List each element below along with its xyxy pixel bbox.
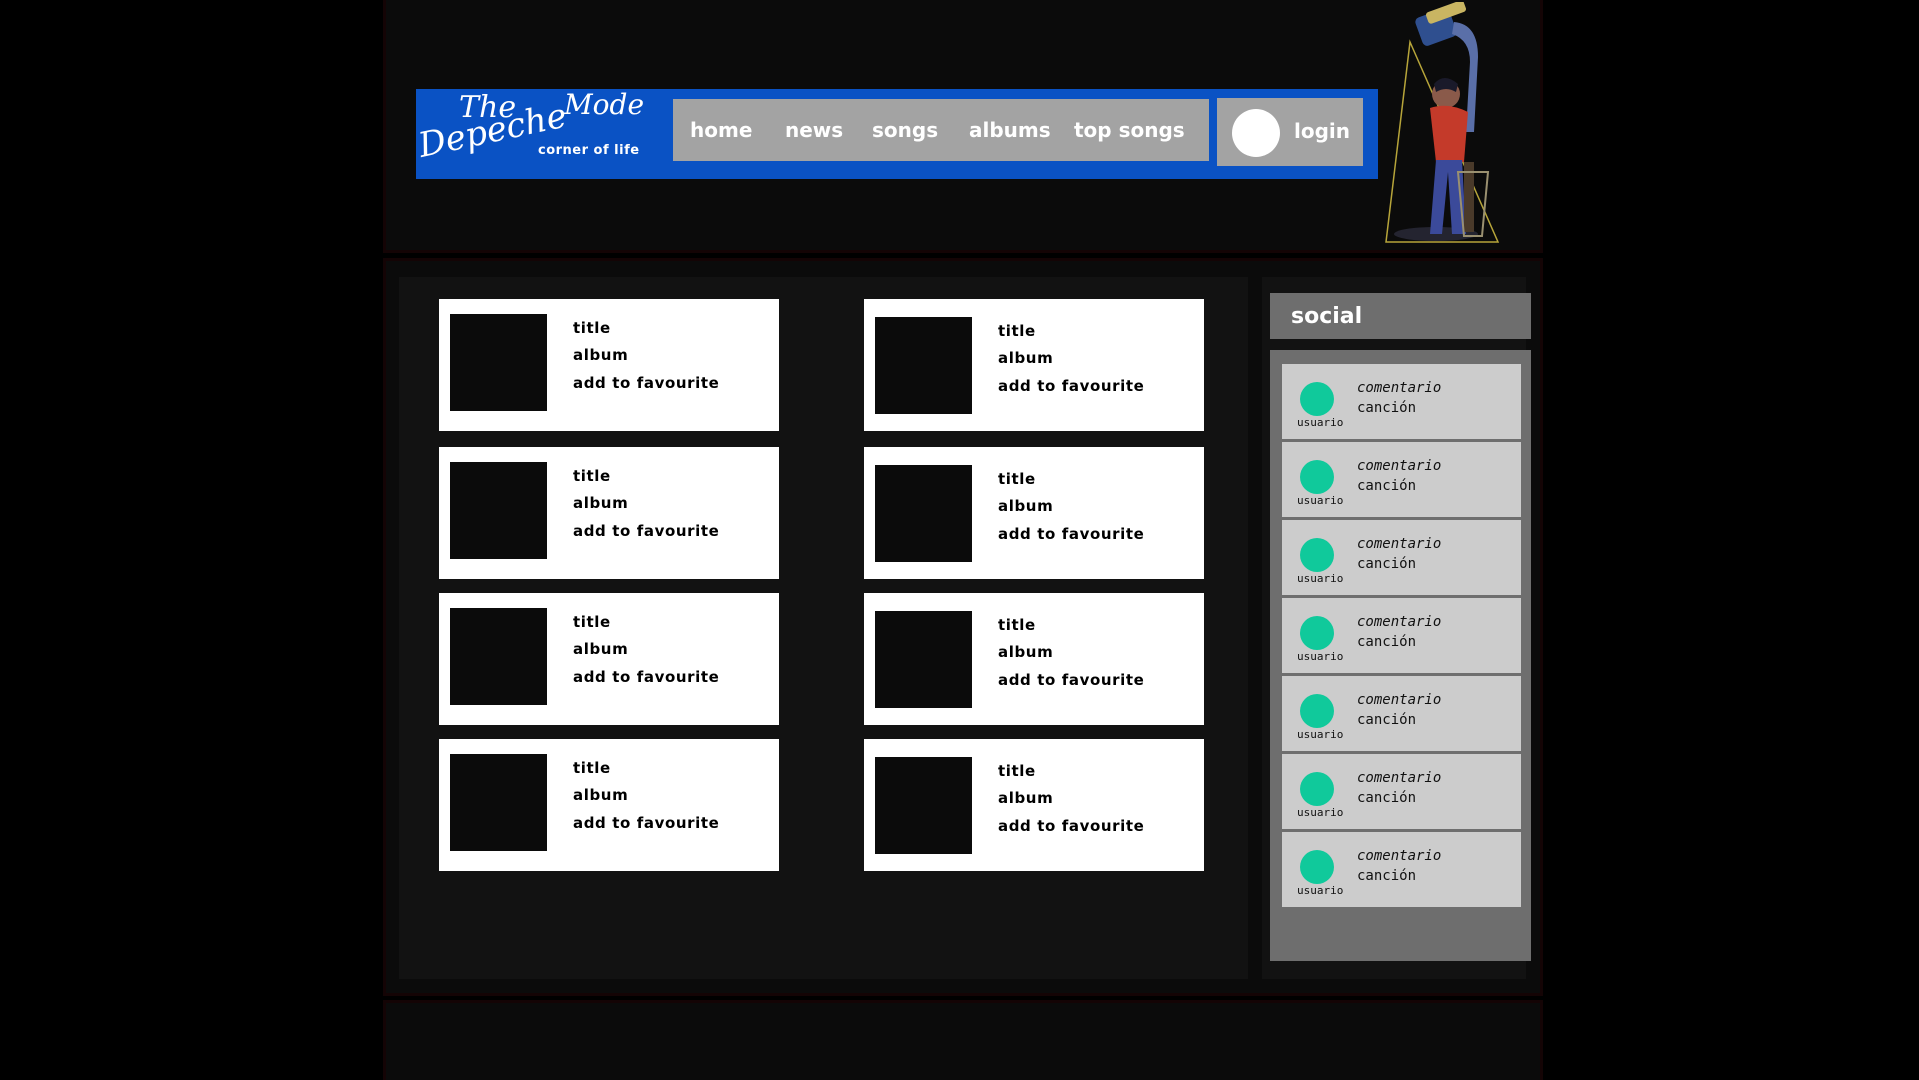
nav-home[interactable]: home	[690, 99, 752, 161]
comment-text: comentario	[1357, 614, 1442, 630]
comment-item[interactable]: usuario comentario canción	[1282, 676, 1521, 751]
comment-user: usuario	[1297, 806, 1344, 819]
song-title: title	[998, 322, 1036, 340]
song-title: title	[573, 467, 611, 485]
logo-tagline: corner of life	[538, 143, 640, 158]
song-card[interactable]: title album add to favourite	[439, 447, 779, 579]
nav-top-songs[interactable]: top songs	[1074, 99, 1185, 161]
song-title: title	[998, 616, 1036, 634]
song-album: album	[998, 349, 1054, 367]
user-avatar-icon	[1300, 460, 1334, 494]
song-card[interactable]: title album add to favourite	[864, 739, 1204, 871]
user-avatar-icon	[1300, 850, 1334, 884]
footer-panel	[386, 1003, 1540, 1080]
song-title: title	[573, 319, 611, 337]
comment-song: canción	[1357, 634, 1417, 650]
comment-item[interactable]: usuario comentario canción	[1282, 598, 1521, 673]
song-title: title	[998, 470, 1036, 488]
user-avatar-icon	[1300, 694, 1334, 728]
comment-song: canción	[1357, 712, 1417, 728]
album-cover	[450, 608, 547, 705]
song-card[interactable]: title album add to favourite	[439, 593, 779, 725]
comment-song: canción	[1357, 868, 1417, 884]
comment-text: comentario	[1357, 692, 1442, 708]
song-album: album	[998, 643, 1054, 661]
user-avatar-icon	[1300, 538, 1334, 572]
mascot-illustration	[1385, 2, 1500, 243]
user-avatar-icon	[1300, 616, 1334, 650]
social-title: social	[1291, 304, 1363, 329]
comment-user: usuario	[1297, 884, 1344, 897]
comment-item[interactable]: usuario comentario canción	[1282, 754, 1521, 829]
song-album: album	[573, 494, 629, 512]
song-album: album	[998, 789, 1054, 807]
login-label: login	[1294, 119, 1351, 143]
song-title: title	[998, 762, 1036, 780]
comment-text: comentario	[1357, 458, 1442, 474]
add-to-favourite-link[interactable]: add to favourite	[573, 668, 719, 686]
comment-text: comentario	[1357, 380, 1442, 396]
song-card[interactable]: title album add to favourite	[864, 299, 1204, 431]
song-album: album	[573, 346, 629, 364]
comment-user: usuario	[1297, 650, 1344, 663]
comment-user: usuario	[1297, 416, 1344, 429]
album-cover	[875, 465, 972, 562]
song-card[interactable]: title album add to favourite	[864, 593, 1204, 725]
add-to-favourite-link[interactable]: add to favourite	[998, 671, 1144, 689]
comment-text: comentario	[1357, 536, 1442, 552]
add-to-favourite-link[interactable]: add to favourite	[998, 377, 1144, 395]
song-album: album	[573, 786, 629, 804]
user-avatar-icon	[1300, 772, 1334, 806]
song-card[interactable]: title album add to favourite	[864, 447, 1204, 579]
user-avatar-icon	[1232, 109, 1280, 157]
add-to-favourite-link[interactable]: add to favourite	[573, 814, 719, 832]
song-title: title	[573, 613, 611, 631]
album-cover	[875, 611, 972, 708]
comment-item[interactable]: usuario comentario canción	[1282, 520, 1521, 595]
logo-word-mode: Mode	[564, 88, 645, 121]
comment-text: comentario	[1357, 848, 1442, 864]
site-logo[interactable]: The Mode Depeche corner of life	[415, 89, 665, 177]
comment-item[interactable]: usuario comentario canción	[1282, 832, 1521, 907]
comment-song: canción	[1357, 478, 1417, 494]
song-card[interactable]: title album add to favourite	[439, 299, 779, 431]
album-cover	[450, 462, 547, 559]
comment-user: usuario	[1297, 494, 1344, 507]
comment-song: canción	[1357, 556, 1417, 572]
nav-albums[interactable]: albums	[969, 99, 1051, 161]
main-nav: home news songs albums top songs	[673, 99, 1209, 161]
comment-item[interactable]: usuario comentario canción	[1282, 364, 1521, 439]
add-to-favourite-link[interactable]: add to favourite	[573, 522, 719, 540]
comment-item[interactable]: usuario comentario canción	[1282, 442, 1521, 517]
add-to-favourite-link[interactable]: add to favourite	[998, 525, 1144, 543]
song-album: album	[998, 497, 1054, 515]
song-album: album	[573, 640, 629, 658]
album-cover	[450, 754, 547, 851]
login-button[interactable]: login	[1217, 98, 1363, 166]
add-to-favourite-link[interactable]: add to favourite	[998, 817, 1144, 835]
comment-song: canción	[1357, 790, 1417, 806]
song-title: title	[573, 759, 611, 777]
album-cover	[450, 314, 547, 411]
nav-songs[interactable]: songs	[872, 99, 938, 161]
add-to-favourite-link[interactable]: add to favourite	[573, 374, 719, 392]
song-card[interactable]: title album add to favourite	[439, 739, 779, 871]
page: The Mode Depeche corner of life home new…	[0, 0, 1919, 1080]
album-cover	[875, 757, 972, 854]
album-cover	[875, 317, 972, 414]
social-header: social	[1270, 293, 1531, 339]
comment-user: usuario	[1297, 572, 1344, 585]
comment-user: usuario	[1297, 728, 1344, 741]
comment-text: comentario	[1357, 770, 1442, 786]
user-avatar-icon	[1300, 382, 1334, 416]
nav-news[interactable]: news	[785, 99, 843, 161]
comment-song: canción	[1357, 400, 1417, 416]
